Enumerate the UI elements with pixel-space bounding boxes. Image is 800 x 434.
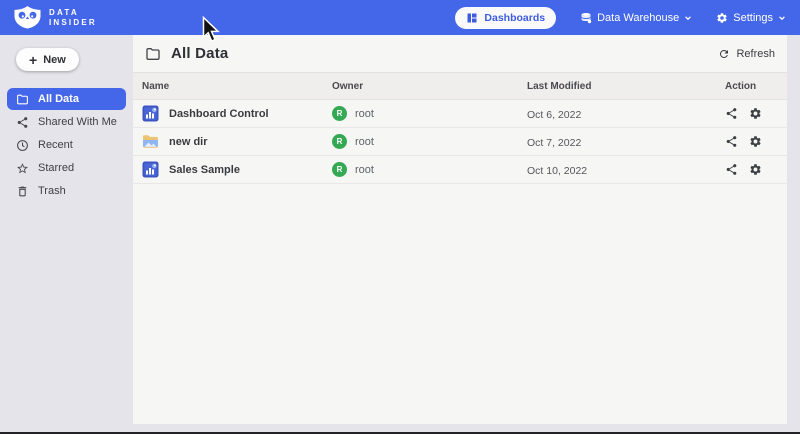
sidebar-item-label: Trash xyxy=(38,185,66,197)
sidebar-item-label: Starred xyxy=(38,162,74,174)
folder-icon xyxy=(145,46,161,62)
gear-icon[interactable] xyxy=(749,163,762,176)
settings-menu[interactable]: Settings xyxy=(716,12,786,24)
top-header: DATA INSIDER Dashboards Data Warehouse xyxy=(0,0,800,35)
data-warehouse-label: Data Warehouse xyxy=(597,12,679,24)
content-header: All Data Refresh xyxy=(133,35,787,73)
column-header-name: Name xyxy=(133,81,332,92)
owner-name: root xyxy=(355,136,374,148)
trash-icon xyxy=(16,185,29,198)
share-icon[interactable] xyxy=(725,163,738,176)
table-row[interactable]: Sales Sample R root Oct 10, 2022 xyxy=(133,156,787,184)
gear-icon[interactable] xyxy=(749,107,762,120)
sidebar-item-starred[interactable]: Starred xyxy=(7,157,126,179)
chevron-down-icon xyxy=(684,14,692,22)
dashboard-grid-icon xyxy=(466,12,478,24)
refresh-label: Refresh xyxy=(736,48,775,60)
dashboards-label: Dashboards xyxy=(484,12,545,24)
plus-icon: + xyxy=(29,53,37,67)
brand-name: DATA INSIDER xyxy=(49,8,97,28)
sidebar: + New All Data Shared With Me xyxy=(0,35,133,434)
table-row[interactable]: new dir R root Oct 7, 2022 xyxy=(133,128,787,156)
dashboard-file-icon xyxy=(142,161,159,178)
share-icon xyxy=(16,116,29,129)
chevron-down-icon xyxy=(778,14,786,22)
last-modified-date: Oct 6, 2022 xyxy=(527,109,581,121)
share-icon[interactable] xyxy=(725,135,738,148)
share-icon[interactable] xyxy=(725,107,738,120)
settings-label: Settings xyxy=(733,12,773,24)
owl-logo-icon xyxy=(14,6,41,29)
page-title: All Data xyxy=(171,45,228,62)
brand-logo: DATA INSIDER xyxy=(14,6,97,29)
refresh-icon xyxy=(718,48,730,60)
sidebar-item-label: Shared With Me xyxy=(38,116,117,128)
column-header-last-modified: Last Modified xyxy=(527,81,722,92)
table-row[interactable]: Dashboard Control R root Oct 6, 2022 xyxy=(133,100,787,128)
table-body: Dashboard Control R root Oct 6, 2022 xyxy=(133,100,787,184)
file-name: Sales Sample xyxy=(169,164,240,176)
star-icon xyxy=(16,162,29,175)
owner-avatar: R xyxy=(332,106,347,121)
sidebar-item-trash[interactable]: Trash xyxy=(7,180,126,202)
column-header-action: Action xyxy=(722,81,787,92)
top-navigation: Dashboards Data Warehouse Settings xyxy=(455,7,786,29)
new-button-label: New xyxy=(43,54,66,66)
sidebar-item-all-data[interactable]: All Data xyxy=(7,88,126,110)
sidebar-item-label: All Data xyxy=(38,93,79,105)
new-button[interactable]: + New xyxy=(16,48,79,71)
content-card: All Data Refresh Name Owner Last Modifie… xyxy=(133,35,787,424)
file-name: Dashboard Control xyxy=(169,108,269,120)
owner-avatar: R xyxy=(332,162,347,177)
gear-icon[interactable] xyxy=(749,135,762,148)
dashboard-file-icon xyxy=(142,105,159,122)
sidebar-item-shared-with-me[interactable]: Shared With Me xyxy=(7,111,126,133)
file-name: new dir xyxy=(169,136,208,148)
folder-icon xyxy=(16,93,29,106)
column-header-owner: Owner xyxy=(332,81,527,92)
owner-avatar: R xyxy=(332,134,347,149)
gear-icon xyxy=(716,12,728,24)
data-warehouse-menu[interactable]: Data Warehouse xyxy=(580,12,692,24)
refresh-button[interactable]: Refresh xyxy=(718,48,775,60)
sidebar-nav: All Data Shared With Me Recent xyxy=(0,88,133,202)
sidebar-item-recent[interactable]: Recent xyxy=(7,134,126,156)
folder-file-icon xyxy=(142,133,159,150)
last-modified-date: Oct 7, 2022 xyxy=(527,137,581,149)
sidebar-item-label: Recent xyxy=(38,139,73,151)
owner-name: root xyxy=(355,164,374,176)
dashboards-button[interactable]: Dashboards xyxy=(455,7,556,29)
app-window: DATA INSIDER Dashboards Data Warehouse xyxy=(0,0,800,434)
database-icon xyxy=(580,12,592,24)
table-header: Name Owner Last Modified Action xyxy=(133,73,787,100)
owner-name: root xyxy=(355,108,374,120)
clock-icon xyxy=(16,139,29,152)
last-modified-date: Oct 10, 2022 xyxy=(527,165,587,177)
